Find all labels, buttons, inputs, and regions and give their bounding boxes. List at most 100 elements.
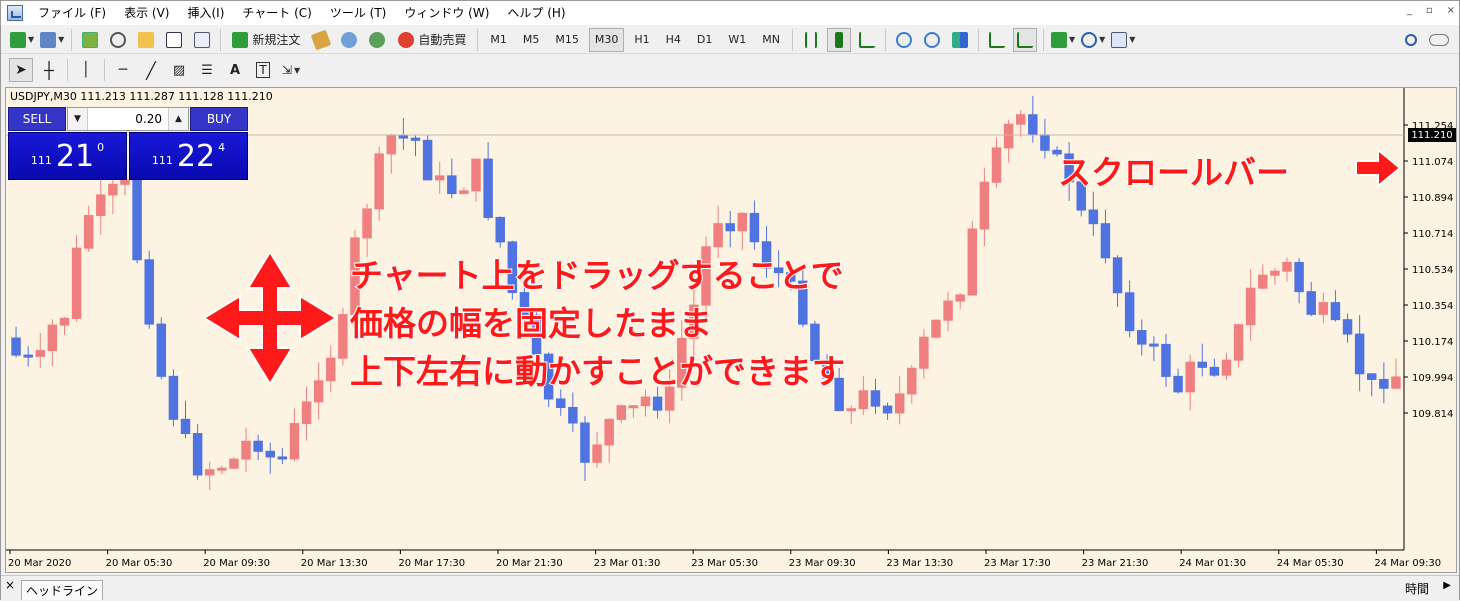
timeframe-m15[interactable]: M15 <box>549 28 585 52</box>
new-order-button[interactable]: 新規注文 <box>227 28 305 52</box>
close-icon[interactable]: × <box>5 578 15 592</box>
bar-chart-icon <box>804 31 817 48</box>
trendline-tool[interactable]: ╱ <box>139 58 163 82</box>
toolbar-separator <box>884 28 886 51</box>
market-watch-icon <box>82 31 99 48</box>
timeframe-d1[interactable]: D1 <box>691 28 718 52</box>
line-chart-button[interactable] <box>855 28 879 52</box>
meta-editor-button[interactable] <box>309 28 333 52</box>
volume-down-icon[interactable]: ▼ <box>68 108 88 130</box>
candle-body <box>1245 287 1256 326</box>
tile-windows-button[interactable] <box>948 28 972 52</box>
tab-headlines[interactable]: ヘッドライン <box>21 580 104 600</box>
candle-body <box>1028 114 1038 136</box>
candle-body <box>616 405 627 420</box>
zoom-in-button[interactable] <box>892 28 916 52</box>
candle-body <box>749 212 760 243</box>
terminal-button[interactable] <box>162 28 186 52</box>
menu-tools[interactable]: ツール (T) <box>321 1 396 25</box>
time-tick-label: 23 Mar 17:30 <box>984 558 1051 569</box>
candle-body <box>229 458 239 469</box>
new-chart-button[interactable]: ▼ <box>9 28 35 52</box>
chart-shift-button[interactable] <box>985 28 1009 52</box>
candlestick-button[interactable] <box>826 27 851 52</box>
candle-body <box>955 294 965 302</box>
chat-button[interactable] <box>1427 28 1451 52</box>
bid-price-pip: 0 <box>97 141 105 154</box>
text-label-tool[interactable]: T <box>251 58 275 82</box>
chart-window[interactable]: 111.254 111.074 110.894 110.714 110.534 110.3… <box>5 87 1457 573</box>
timeframe-h1[interactable]: H1 <box>628 28 655 52</box>
candle-body <box>289 423 300 460</box>
timeframe-mn[interactable]: MN <box>756 28 786 52</box>
candle-body <box>979 181 990 230</box>
timeframe-m30[interactable]: M30 <box>588 27 625 52</box>
arrows-tool[interactable]: ⇲ ▼ <box>279 58 303 82</box>
menu-chart[interactable]: チャート (C) <box>233 1 320 25</box>
arrows-icon: ⇲ <box>281 63 292 77</box>
candle-body <box>919 336 929 369</box>
crosshair-tool[interactable]: ┼ <box>37 58 61 82</box>
time-tick-label: 23 Mar 05:30 <box>691 558 758 569</box>
periods-button[interactable]: ▼ <box>1080 28 1106 52</box>
search-icon <box>1405 33 1417 46</box>
candle-body <box>1342 319 1353 335</box>
chevron-right-icon[interactable]: ▶ <box>1443 580 1451 591</box>
close-button[interactable]: × <box>1447 5 1455 16</box>
candle-body <box>217 467 227 471</box>
channel-tool[interactable]: ▨ <box>167 58 191 82</box>
candle-body <box>1270 270 1280 276</box>
candle-body <box>1367 373 1377 380</box>
bar-chart-button[interactable] <box>799 28 823 52</box>
cursor-tool[interactable]: ➤ <box>9 58 33 82</box>
clock-icon <box>1081 31 1098 48</box>
minimize-button[interactable]: _ <box>1407 5 1412 16</box>
restore-button[interactable]: ▫ <box>1426 5 1433 16</box>
timeframe-w1[interactable]: W1 <box>722 28 752 52</box>
templates-button[interactable]: ▼ <box>1110 28 1136 52</box>
toolbar-separator <box>1042 28 1044 51</box>
navigator-button[interactable] <box>134 28 158 52</box>
timeframe-m5[interactable]: M5 <box>517 28 546 52</box>
price-tick-label: 110.894 <box>1412 193 1453 204</box>
text-tool[interactable]: A <box>223 58 247 82</box>
menu-view[interactable]: 表示 (V) <box>115 1 178 25</box>
menu-help[interactable]: ヘルプ (H) <box>498 1 574 25</box>
sell-button[interactable]: SELL <box>8 107 66 131</box>
volume-up-icon[interactable]: ▲ <box>168 108 188 130</box>
fibonacci-tool[interactable]: ☰ <box>195 58 219 82</box>
search-button[interactable] <box>1399 28 1423 52</box>
auto-trading-button[interactable]: 自動売買 <box>393 28 471 52</box>
ask-price[interactable]: 111 22 4 <box>129 132 248 180</box>
candle-body <box>59 317 70 326</box>
community-button[interactable] <box>337 28 361 52</box>
auto-scroll-button[interactable] <box>1012 27 1037 52</box>
candle-body <box>967 228 978 296</box>
vertical-line-tool[interactable]: │ <box>74 58 98 82</box>
data-window-button[interactable] <box>106 28 130 52</box>
horizontal-line-tool[interactable]: ─ <box>111 58 135 82</box>
zoom-out-button[interactable] <box>920 28 944 52</box>
market-watch-button[interactable] <box>78 28 102 52</box>
bid-price[interactable]: 111 21 0 <box>8 132 127 180</box>
menu-window[interactable]: ウィンドウ (W) <box>395 1 498 25</box>
candle-body <box>192 433 203 476</box>
time-column-header[interactable]: 時間 <box>1405 580 1429 597</box>
buy-button[interactable]: BUY <box>190 107 248 131</box>
volume-value[interactable]: 0.20 <box>88 112 168 126</box>
strategy-tester-button[interactable] <box>190 28 214 52</box>
timeframe-h4[interactable]: H4 <box>660 28 687 52</box>
timeframe-m1[interactable]: M1 <box>484 28 513 52</box>
horizontal-line-icon: ─ <box>118 62 128 78</box>
candle-body <box>1015 114 1026 125</box>
candle-body <box>931 319 941 338</box>
toolbar-separator <box>977 28 979 51</box>
signals-button[interactable] <box>365 28 389 52</box>
vertical-line-icon: │ <box>81 62 91 78</box>
profiles-button[interactable]: ▼ <box>39 28 65 52</box>
candle-body <box>737 212 748 232</box>
menu-insert[interactable]: 挿入(I) <box>178 1 233 25</box>
indicators-button[interactable]: ▼ <box>1050 28 1076 52</box>
volume-field[interactable]: ▼ 0.20 ▲ <box>67 107 189 131</box>
menu-file[interactable]: ファイル (F) <box>29 1 115 25</box>
